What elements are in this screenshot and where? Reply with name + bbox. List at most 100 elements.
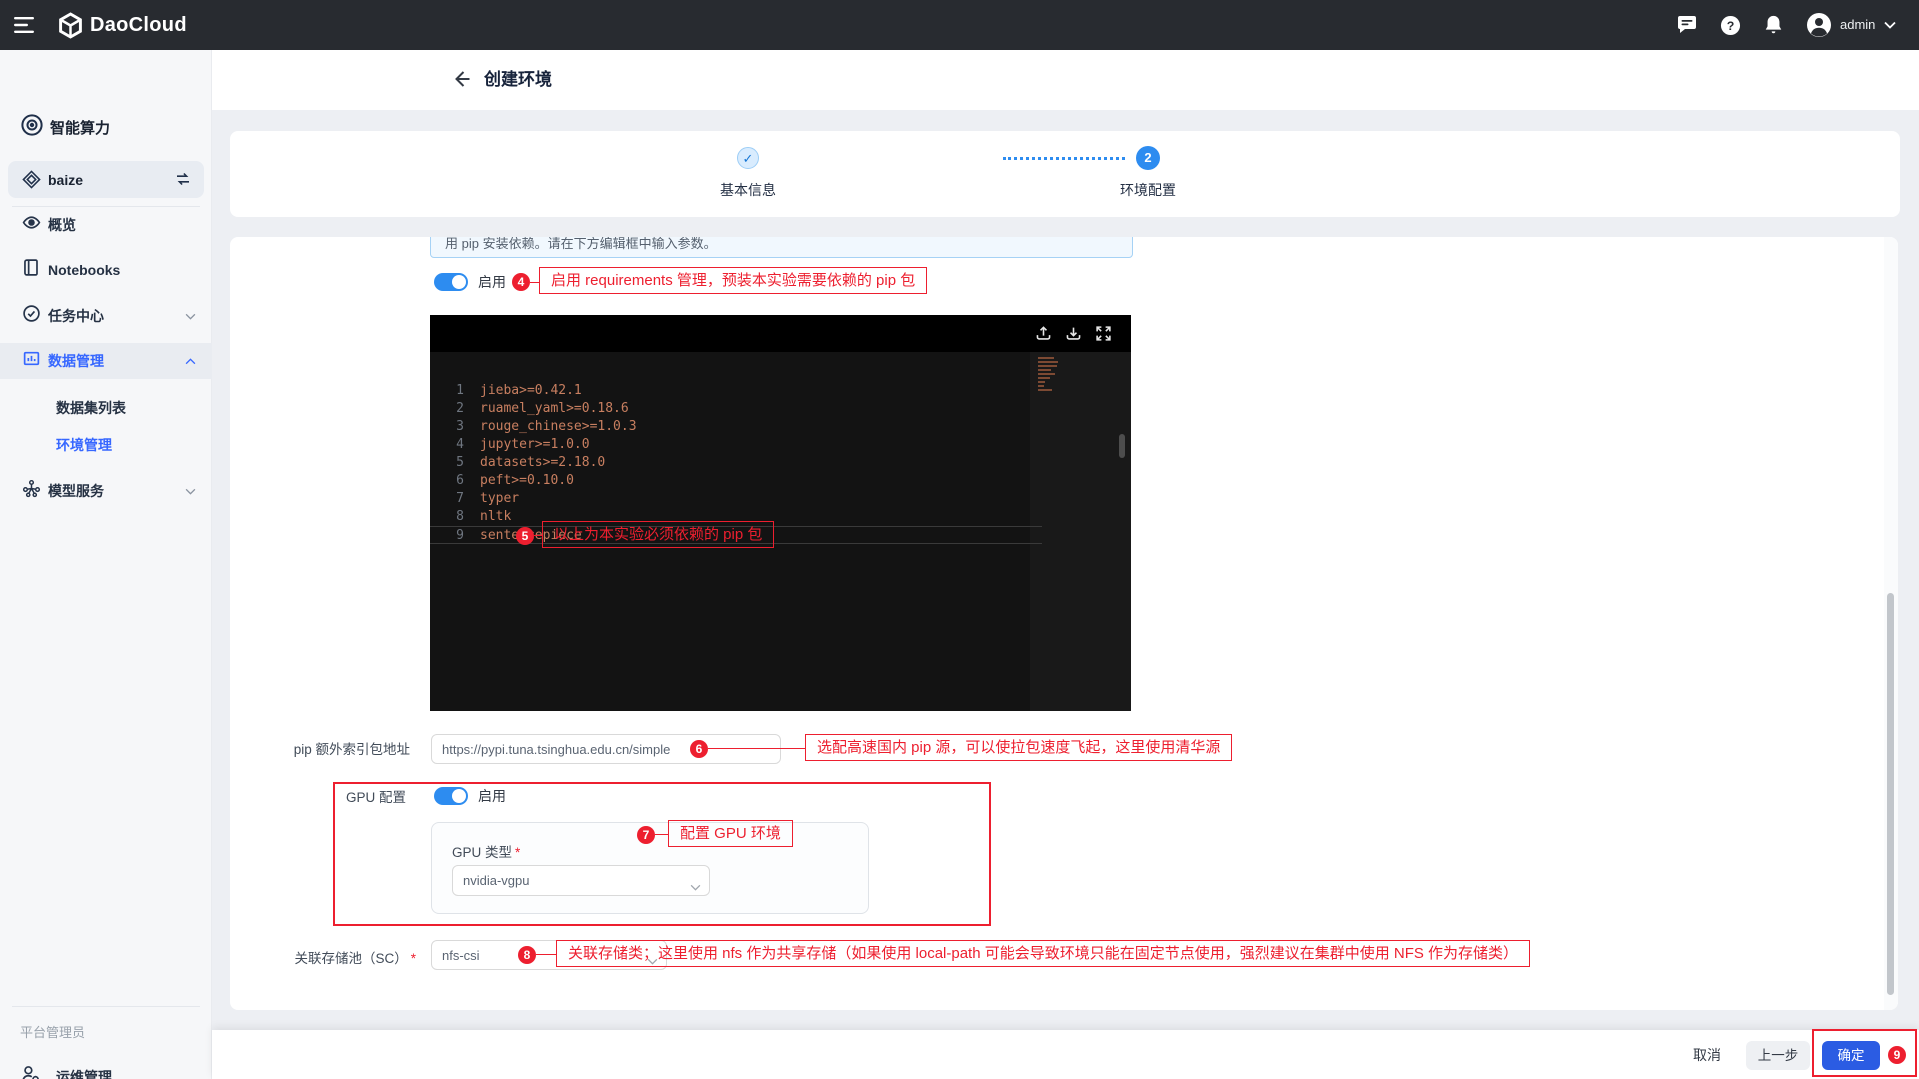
sidebar-divider: [12, 1006, 200, 1007]
gpu-toggle-label: 启用: [478, 787, 506, 805]
code-lines: 1jieba>=0.42.1 2ruamel_yaml>=0.18.6 3rou…: [430, 382, 1042, 544]
fullscreen-icon[interactable]: [1095, 325, 1112, 347]
menu-icon[interactable]: [14, 0, 36, 50]
annotation-text-8: 关联存储类；这里使用 nfs 作为共享存储（如果使用 local-path 可能…: [556, 940, 1530, 967]
upload-icon[interactable]: [1035, 325, 1052, 347]
requirements-toggle-label: 启用: [478, 273, 506, 291]
user-avatar[interactable]: [1806, 0, 1832, 50]
brand-name[interactable]: DaoCloud: [90, 0, 187, 50]
daocloud-logo-icon[interactable]: [57, 0, 84, 50]
chevron-down-icon: [185, 307, 196, 325]
workspace-name: baize: [48, 172, 83, 188]
requirements-code-editor[interactable]: 1jieba>=0.42.1 2ruamel_yaml>=0.18.6 3rou…: [430, 315, 1131, 711]
editor-minimap: [1038, 357, 1062, 393]
step-1-label: 基本信息: [696, 180, 800, 200]
sidebar-item-model-services[interactable]: 模型服务: [0, 474, 212, 508]
back-arrow-icon[interactable]: [450, 68, 472, 95]
footer-action-bar: [212, 1030, 1919, 1079]
editor-scrollbar-thumb[interactable]: [1119, 434, 1125, 458]
code-line: 3rouge_chinese>=1.0.3: [430, 418, 1042, 436]
annotation-text-6: 选配高速国内 pip 源，可以使拉包速度飞起，这里使用清华源: [805, 734, 1232, 761]
sidebar-item-notebooks[interactable]: Notebooks: [0, 253, 212, 287]
check-icon: ✓: [743, 151, 754, 166]
annotation-badge-6: 6: [690, 740, 708, 758]
gpu-section-label: GPU 配置: [230, 789, 406, 807]
annotation-badge-5: 5: [516, 527, 534, 545]
sidebar-item-data-management[interactable]: 数据管理: [0, 343, 212, 379]
toggle-knob: [452, 275, 466, 289]
download-icon[interactable]: [1065, 325, 1082, 347]
annotation-text-5: 以上为本实验必须依赖的 pip 包: [542, 521, 774, 548]
annotation-leader-5: [534, 535, 542, 536]
code-line: 4jupyter>=1.0.0: [430, 436, 1042, 454]
storage-class-label: 关联存储池（SC）*: [230, 947, 416, 967]
steps-card: ✓ 2 基本信息 环境配置: [230, 131, 1900, 217]
sidebar-item-environment-management[interactable]: 环境管理: [56, 435, 112, 455]
switch-workspace-icon[interactable]: [174, 170, 192, 193]
sidebar-item-dataset-list[interactable]: 数据集列表: [56, 398, 126, 418]
sidebar-product: 智能算力: [0, 112, 212, 142]
annotation-badge-9: 9: [1888, 1046, 1906, 1064]
gpu-toggle[interactable]: [434, 787, 468, 805]
sidebar-item-overview[interactable]: 概览: [0, 208, 212, 242]
annotation-badge-7: 7: [637, 826, 655, 844]
bell-icon[interactable]: [1763, 0, 1784, 50]
annotation-leader-4: [530, 282, 539, 283]
person-gear-icon: [20, 1064, 41, 1079]
pip-index-label: pip 额外索引包地址: [230, 741, 410, 759]
step-1-done-circle[interactable]: ✓: [737, 147, 759, 169]
pip-index-input[interactable]: [431, 734, 781, 764]
page-title: 创建环境: [484, 50, 552, 110]
annotation-leader-6: [708, 748, 805, 749]
confirm-button[interactable]: 确定: [1822, 1041, 1880, 1070]
toggle-knob: [452, 789, 466, 803]
help-icon[interactable]: ?: [1720, 0, 1741, 50]
sidebar-item-task-center[interactable]: 任务中心: [0, 299, 212, 333]
annotation-leader-7: [655, 834, 668, 835]
chevron-down-icon: [690, 878, 701, 896]
code-line: 5datasets>=2.18.0: [430, 454, 1042, 472]
page-header: 创建环境: [212, 50, 1919, 110]
gem-icon: [22, 170, 41, 194]
code-line: 1jieba>=0.42.1: [430, 382, 1042, 400]
required-mark: *: [515, 845, 520, 860]
username-label[interactable]: admin: [1840, 0, 1875, 50]
eye-icon: [22, 213, 41, 237]
pip-info-note: 用 pip 安装依赖。请在下方编辑框中输入参数。: [430, 237, 1133, 258]
code-line: 6peft>=0.10.0: [430, 472, 1042, 490]
sidebar-workspace-baize[interactable]: baize: [8, 161, 204, 198]
annotation-text-4: 启用 requirements 管理，预装本实验需要依赖的 pip 包: [539, 267, 927, 294]
chat-icon[interactable]: [1676, 0, 1698, 50]
app-root: DaoCloud ? admin 智能算力 baize: [0, 0, 1919, 1079]
previous-step-button[interactable]: 上一步: [1746, 1041, 1810, 1070]
target-icon: [20, 113, 44, 142]
code-line: 2ruamel_yaml>=0.18.6: [430, 400, 1042, 418]
model-nodes-icon: [22, 479, 41, 503]
cancel-button[interactable]: 取消: [1684, 1041, 1730, 1069]
chevron-down-icon: [185, 482, 196, 500]
top-navbar: DaoCloud ? admin: [0, 0, 1919, 50]
scrollbar-thumb[interactable]: [1887, 593, 1894, 995]
sidebar-item-ops-management[interactable]: 运维管理: [0, 1060, 212, 1079]
editor-toolbar: [430, 315, 1131, 352]
annotation-badge-4: 4: [512, 273, 530, 291]
role-label: 平台管理员: [20, 1022, 85, 1041]
step-2-label: 环境配置: [1096, 180, 1200, 200]
product-name: 智能算力: [50, 117, 110, 138]
requirements-toggle[interactable]: [434, 273, 468, 291]
environment-config-form: 用 pip 安装依赖。请在下方编辑框中输入参数。 启用 4 启用 require…: [230, 237, 1898, 1010]
annotation-text-7: 配置 GPU 环境: [668, 820, 793, 847]
gpu-type-select[interactable]: nvidia-vgpu: [452, 865, 710, 896]
step-2-circle[interactable]: 2: [1136, 146, 1160, 170]
notebook-icon: [22, 258, 41, 282]
annotation-badge-8: 8: [518, 946, 536, 964]
user-menu-chevron-icon[interactable]: [1884, 0, 1896, 50]
task-check-icon: [22, 304, 41, 328]
data-chart-icon: [22, 349, 41, 373]
gpu-type-label: GPU 类型*: [452, 841, 520, 861]
editor-minimap-column: [1030, 352, 1131, 711]
sidebar: 智能算力 baize 概览 Notebooks: [0, 50, 212, 1079]
svg-text:?: ?: [1727, 18, 1735, 32]
sidebar-divider: [12, 206, 200, 207]
annotation-leader-8: [536, 954, 556, 955]
